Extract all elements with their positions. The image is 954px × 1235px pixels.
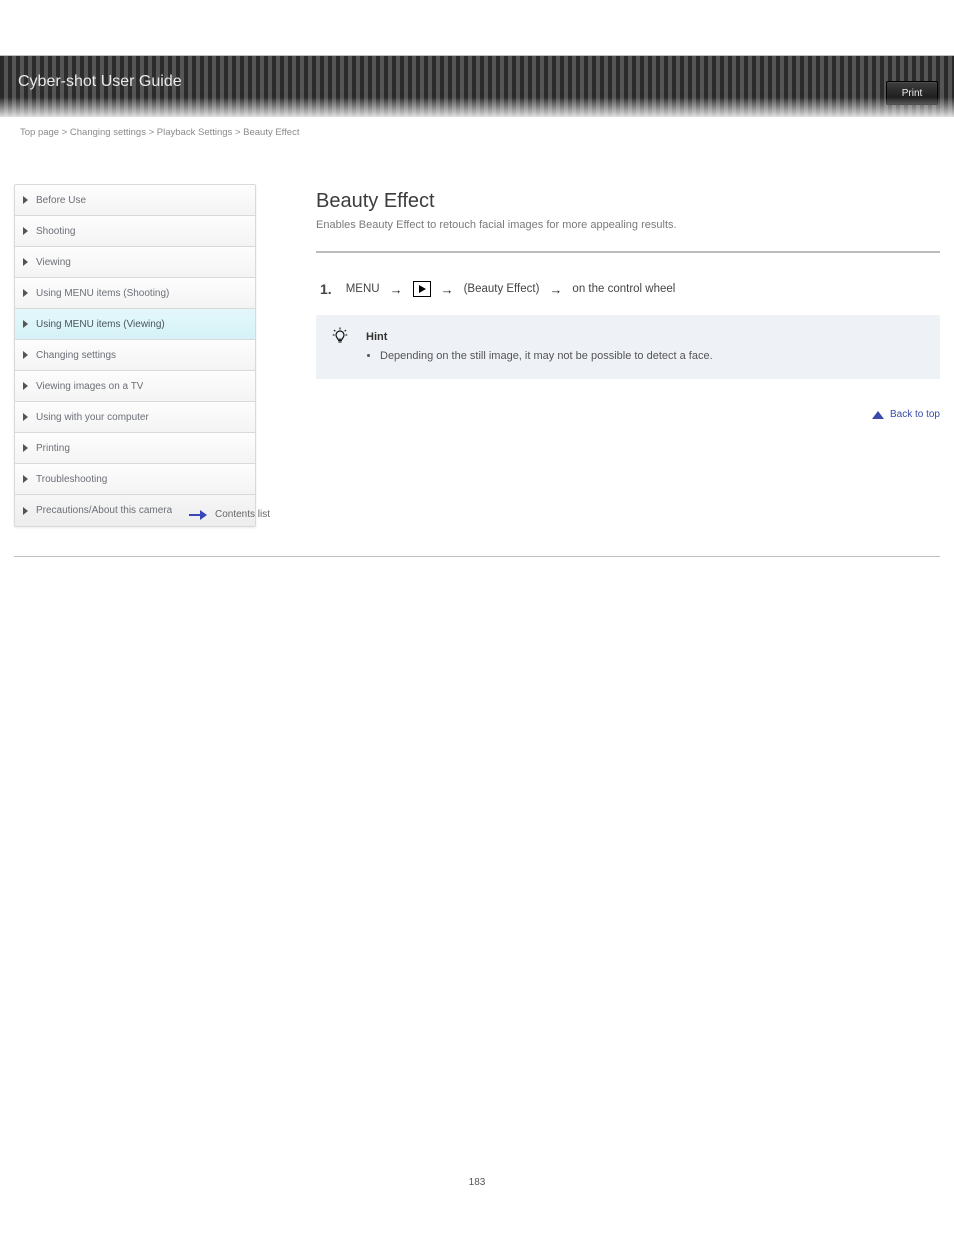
arrow-right-icon — [189, 511, 207, 519]
sidebar-item-label: Using with your computer — [36, 412, 149, 423]
arrow-right-icon: → — [549, 282, 562, 297]
chevron-right-icon — [23, 382, 28, 390]
hint-bulb-icon — [332, 327, 348, 352]
step-tail: on the control wheel — [572, 283, 675, 295]
breadcrumb: Top page > Changing settings > Playback … — [0, 117, 954, 138]
chevron-right-icon — [23, 196, 28, 204]
hint-title: Hint — [366, 329, 922, 346]
step-row: 1. MENU → → (Beauty Effect) → on the con… — [316, 281, 940, 297]
chevron-right-icon — [23, 351, 28, 359]
sidebar-item-menu-shooting[interactable]: Using MENU items (Shooting) — [15, 278, 255, 309]
step-mid: (Beauty Effect) — [464, 283, 540, 295]
chevron-right-icon — [23, 413, 28, 421]
step-prefix: MENU — [346, 283, 380, 295]
sidebar-item-printing[interactable]: Printing — [15, 433, 255, 464]
sidebar-item-computer[interactable]: Using with your computer — [15, 402, 255, 433]
sidebar-item-viewing[interactable]: Viewing — [15, 247, 255, 278]
sidebar-item-label: Before Use — [36, 195, 86, 206]
arrow-right-icon: → — [441, 282, 454, 297]
step-number: 1. — [320, 281, 332, 297]
sidebar-item-troubleshooting[interactable]: Troubleshooting — [15, 464, 255, 495]
sidebar-item-tv[interactable]: Viewing images on a TV — [15, 371, 255, 402]
page-number: 183 — [0, 1177, 954, 1188]
page-subtitle: Enables Beauty Effect to retouch facial … — [316, 219, 940, 231]
playback-icon — [413, 281, 431, 297]
hint-box: Hint Depending on the still image, it ma… — [316, 315, 940, 379]
chevron-right-icon — [23, 320, 28, 328]
sidebar-item-label: Using MENU items (Shooting) — [36, 288, 169, 299]
chevron-right-icon — [23, 444, 28, 452]
sidebar-item-label: Printing — [36, 443, 70, 454]
chevron-right-icon — [23, 507, 28, 515]
sidebar-nav: Before Use Shooting Viewing Using MENU i… — [14, 184, 256, 527]
hint-bullet: Depending on the still image, it may not… — [380, 348, 922, 365]
sidebar-item-before-use[interactable]: Before Use — [15, 185, 255, 216]
header-title: Cyber-shot User Guide — [18, 73, 182, 91]
chevron-up-icon — [872, 411, 884, 419]
chevron-right-icon — [23, 227, 28, 235]
page-title: Beauty Effect — [316, 190, 940, 213]
chevron-right-icon — [23, 258, 28, 266]
divider — [14, 556, 940, 557]
divider — [316, 251, 940, 253]
sidebar-item-label: Using MENU items (Viewing) — [36, 319, 165, 330]
sidebar-item-label: Shooting — [36, 226, 75, 237]
sidebar-item-label: Precautions/About this camera — [36, 505, 172, 516]
sidebar-item-label: Viewing — [36, 257, 71, 268]
main-content: Beauty Effect Enables Beauty Effect to r… — [316, 184, 940, 420]
back-to-top-label: Back to top — [890, 409, 940, 420]
back-to-top-link[interactable]: Back to top — [316, 409, 940, 420]
sidebar-item-changing-settings[interactable]: Changing settings — [15, 340, 255, 371]
sidebar-item-label: Viewing images on a TV — [36, 381, 143, 392]
arrow-right-icon: → — [390, 282, 403, 297]
sidebar-item-shooting[interactable]: Shooting — [15, 216, 255, 247]
sidebar-item-label: Changing settings — [36, 350, 116, 361]
sidebar-item-menu-viewing[interactable]: Using MENU items (Viewing) — [15, 309, 255, 340]
contents-list-label: Contents list — [215, 509, 270, 520]
chevron-right-icon — [23, 475, 28, 483]
header-banner: Cyber-shot User Guide Print — [0, 55, 954, 117]
chevron-right-icon — [23, 289, 28, 297]
sidebar-item-label: Troubleshooting — [36, 474, 107, 485]
